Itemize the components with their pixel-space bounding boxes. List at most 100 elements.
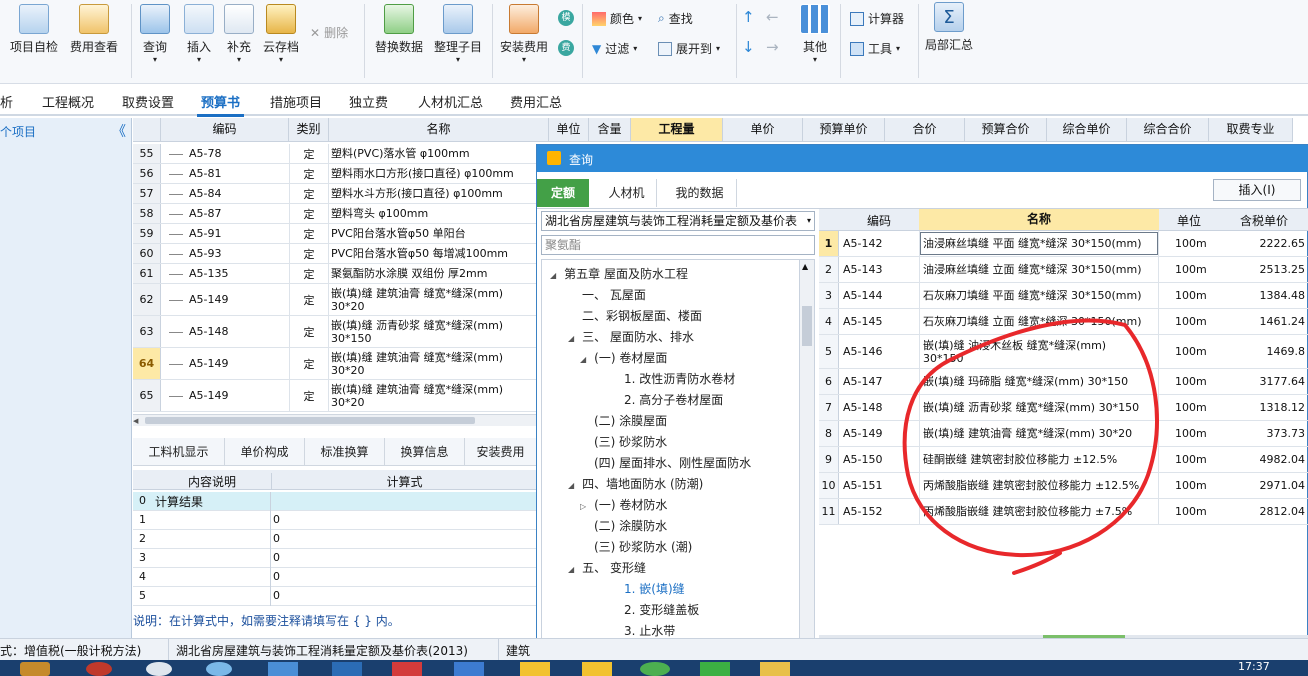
taskbar-app-icon[interactable] [760,662,790,676]
tree-node[interactable]: 2. 变形缝盖板 [624,600,699,621]
calc-row[interactable]: 0 计算结果 [133,492,537,511]
taskbar-wechat-icon[interactable] [700,662,730,676]
filter-button[interactable]: ▼ 过滤 ▾ [592,40,637,57]
dialog-tab-quota[interactable]: 定额 [537,179,589,207]
organize-items-button[interactable]: 整理子目 ▾ [434,4,482,64]
grid-header-code[interactable]: 编码 [161,118,289,142]
tree-node[interactable]: (三) 砂浆防水 (潮) [594,537,692,558]
fee-badge-icon[interactable]: 费 [558,40,574,56]
tab-install-fee[interactable]: 安装费用 [465,438,537,466]
tree-expand-icon[interactable]: ◢ [568,334,574,343]
taskbar-explorer-icon[interactable] [20,662,50,676]
tree-node[interactable]: ◢ (一) 卷材屋面 [580,348,667,369]
tab-material-display[interactable]: 工料机显示 [133,438,225,466]
tab-standard-conversion[interactable]: 标准换算 [305,438,385,466]
tree-node[interactable]: ◢ 四、墙地面防水 (防潮) [568,474,703,495]
tree-node[interactable]: 1. 改性沥青防水卷材 [624,369,735,390]
scroll-thumb[interactable] [802,306,812,346]
tree-node[interactable]: ◢ 三、 屋面防水、排水 [568,327,694,348]
grid-header-budget-unit-price[interactable]: 预算单价 [803,118,885,142]
tree-vertical-scrollbar[interactable]: ▲ ▼ [799,259,815,655]
taskbar-app-icon[interactable] [86,662,112,676]
tab-material-summary[interactable]: 人材机汇总 [418,92,483,111]
project-tree-title[interactable]: 个项目 [0,123,36,140]
taskbar-app-icon[interactable] [520,662,550,676]
quota-badge-icon[interactable]: 模 [558,10,574,26]
tools-button[interactable]: 工具 ▾ [850,40,900,57]
supplement-button[interactable]: 补充 ▾ [224,4,254,64]
table-row[interactable]: 56 A5-81 定塑料雨水口方形(接口直径) φ100mm [133,164,537,184]
grid-header-fee-discipline[interactable]: 取费专业 [1209,118,1293,142]
tree-node[interactable]: 1. 嵌(填)缝 [624,579,685,600]
tree-node[interactable]: ◢ 第五章 屋面及防水工程 [550,264,688,285]
move-left-icon[interactable]: ← [766,8,779,26]
tab-analysis[interactable]: 析 [0,92,13,111]
tree-expand-icon[interactable]: ◢ [550,271,556,280]
taskbar-app-icon[interactable] [454,662,484,676]
install-fee-button[interactable]: 安装费用 ▾ [500,4,548,64]
tree-expand-icon[interactable]: ◢ [580,355,586,364]
grid-header-name[interactable]: 名称 [329,118,549,142]
results-header-price[interactable]: 含税单价 [1219,212,1308,229]
query-button[interactable]: 查询 ▾ [140,4,170,64]
calc-row[interactable]: 10 [133,511,537,530]
search-input[interactable]: 聚氨酯 [541,235,815,255]
table-row[interactable]: 65 A5-149 定嵌(填)缝 建筑油膏 缝宽*缝深(mm) 30*20 [133,380,537,412]
tab-budget[interactable]: 预算书 [196,92,245,117]
collapse-panel-icon[interactable]: 《 [112,121,126,141]
grid-header-budget-total[interactable]: 预算合价 [965,118,1047,142]
tree-node[interactable]: ▷ (一) 卷材防水 [580,495,667,516]
project-check-button[interactable]: 项目自检 [10,4,58,55]
taskbar-app-icon[interactable] [640,662,670,676]
tree-node[interactable]: (二) 涂膜防水 [594,516,667,537]
table-row[interactable]: 63 A5-148 定嵌(填)缝 沥青砂浆 缝宽*缝深(mm) 30*150 [133,316,537,348]
tree-node[interactable]: (二) 涂膜屋面 [594,411,667,432]
table-row[interactable]: 62 A5-149 定嵌(填)缝 建筑油膏 缝宽*缝深(mm) 30*20 [133,284,537,316]
replace-data-button[interactable]: 替换数据 [375,4,423,55]
calc-row[interactable]: 50 [133,587,537,606]
fee-view-button[interactable]: 费用查看 [70,4,118,55]
results-header-code[interactable]: 编码 [839,212,919,229]
insert-button[interactable]: 插入 ▾ [184,4,214,64]
tree-expand-icon[interactable]: ◢ [568,565,574,574]
tab-fee-settings[interactable]: 取费设置 [122,92,174,111]
tree-node[interactable]: (三) 砂浆防水 [594,432,667,453]
taskbar-app-icon[interactable] [268,662,298,676]
tab-fee-summary[interactable]: 费用汇总 [510,92,562,111]
tree-node[interactable]: 2. 高分子卷材屋面 [624,390,723,411]
table-row[interactable]: 55 A5-78 定塑料(PVC)落水管 φ100mm [133,144,537,164]
tab-price-composition[interactable]: 单价构成 [225,438,305,466]
taskbar-app-icon[interactable] [392,662,422,676]
find-button[interactable]: ⌕ 查找 [658,10,693,27]
tab-conversion-info[interactable]: 换算信息 [385,438,465,466]
tree-node[interactable]: (四) 屋面排水、刚性屋面防水 [594,453,751,474]
taskbar-app-icon[interactable] [582,662,612,676]
results-header-unit[interactable]: 单位 [1159,212,1219,229]
color-button[interactable]: 颜色 ▾ [592,10,642,27]
table-row[interactable]: 64 A5-149 定嵌(填)缝 建筑油膏 缝宽*缝深(mm) 30*20 [133,348,537,380]
grid-header-unit-price[interactable]: 单价 [723,118,803,142]
taskbar-app-icon[interactable] [146,662,172,676]
tree-expand-icon[interactable]: ▷ [580,502,586,511]
other-button[interactable]: 其他 ▾ [800,4,830,64]
calc-row[interactable]: 20 [133,530,537,549]
grid-header-content[interactable]: 含量 [589,118,631,142]
tab-overview[interactable]: 工程概况 [42,92,94,111]
table-row[interactable]: 61 A5-135 定聚氨酯防水涂膜 双组份 厚2mm [133,264,537,284]
result-row[interactable]: 1 A5-142 油浸麻丝填缝 平面 缝宽*缝深 30*150(mm) 100m 222… [819,231,1308,257]
tree-expand-icon[interactable]: ◢ [568,481,574,490]
grid-header-quantity[interactable]: 工程量 [631,118,723,142]
calc-row[interactable]: 40 [133,568,537,587]
table-row[interactable]: 59 A5-91 定 PVC阳台落水管φ50 单阳台 [133,224,537,244]
delete-button[interactable]: ✕ 删除 [310,24,348,41]
expand-to-button[interactable]: 展开到 ▾ [658,40,720,57]
grid-header-total[interactable]: 合价 [885,118,965,142]
dialog-tab-materials[interactable]: 人材机 [597,179,657,207]
cloud-archive-button[interactable]: 云存档 ▾ [263,4,299,64]
grid-header-composite-price[interactable]: 综合单价 [1047,118,1127,142]
grid-header-composite-total[interactable]: 综合合价 [1127,118,1209,142]
table-row[interactable]: 60 A5-93 定 PVC阳台落水管φ50 每增减100mm [133,244,537,264]
grid-header-type[interactable]: 类别 [289,118,329,142]
tab-independent-fee[interactable]: 独立费 [349,92,388,111]
table-row[interactable]: 58 A5-87 定塑料弯头 φ100mm [133,204,537,224]
